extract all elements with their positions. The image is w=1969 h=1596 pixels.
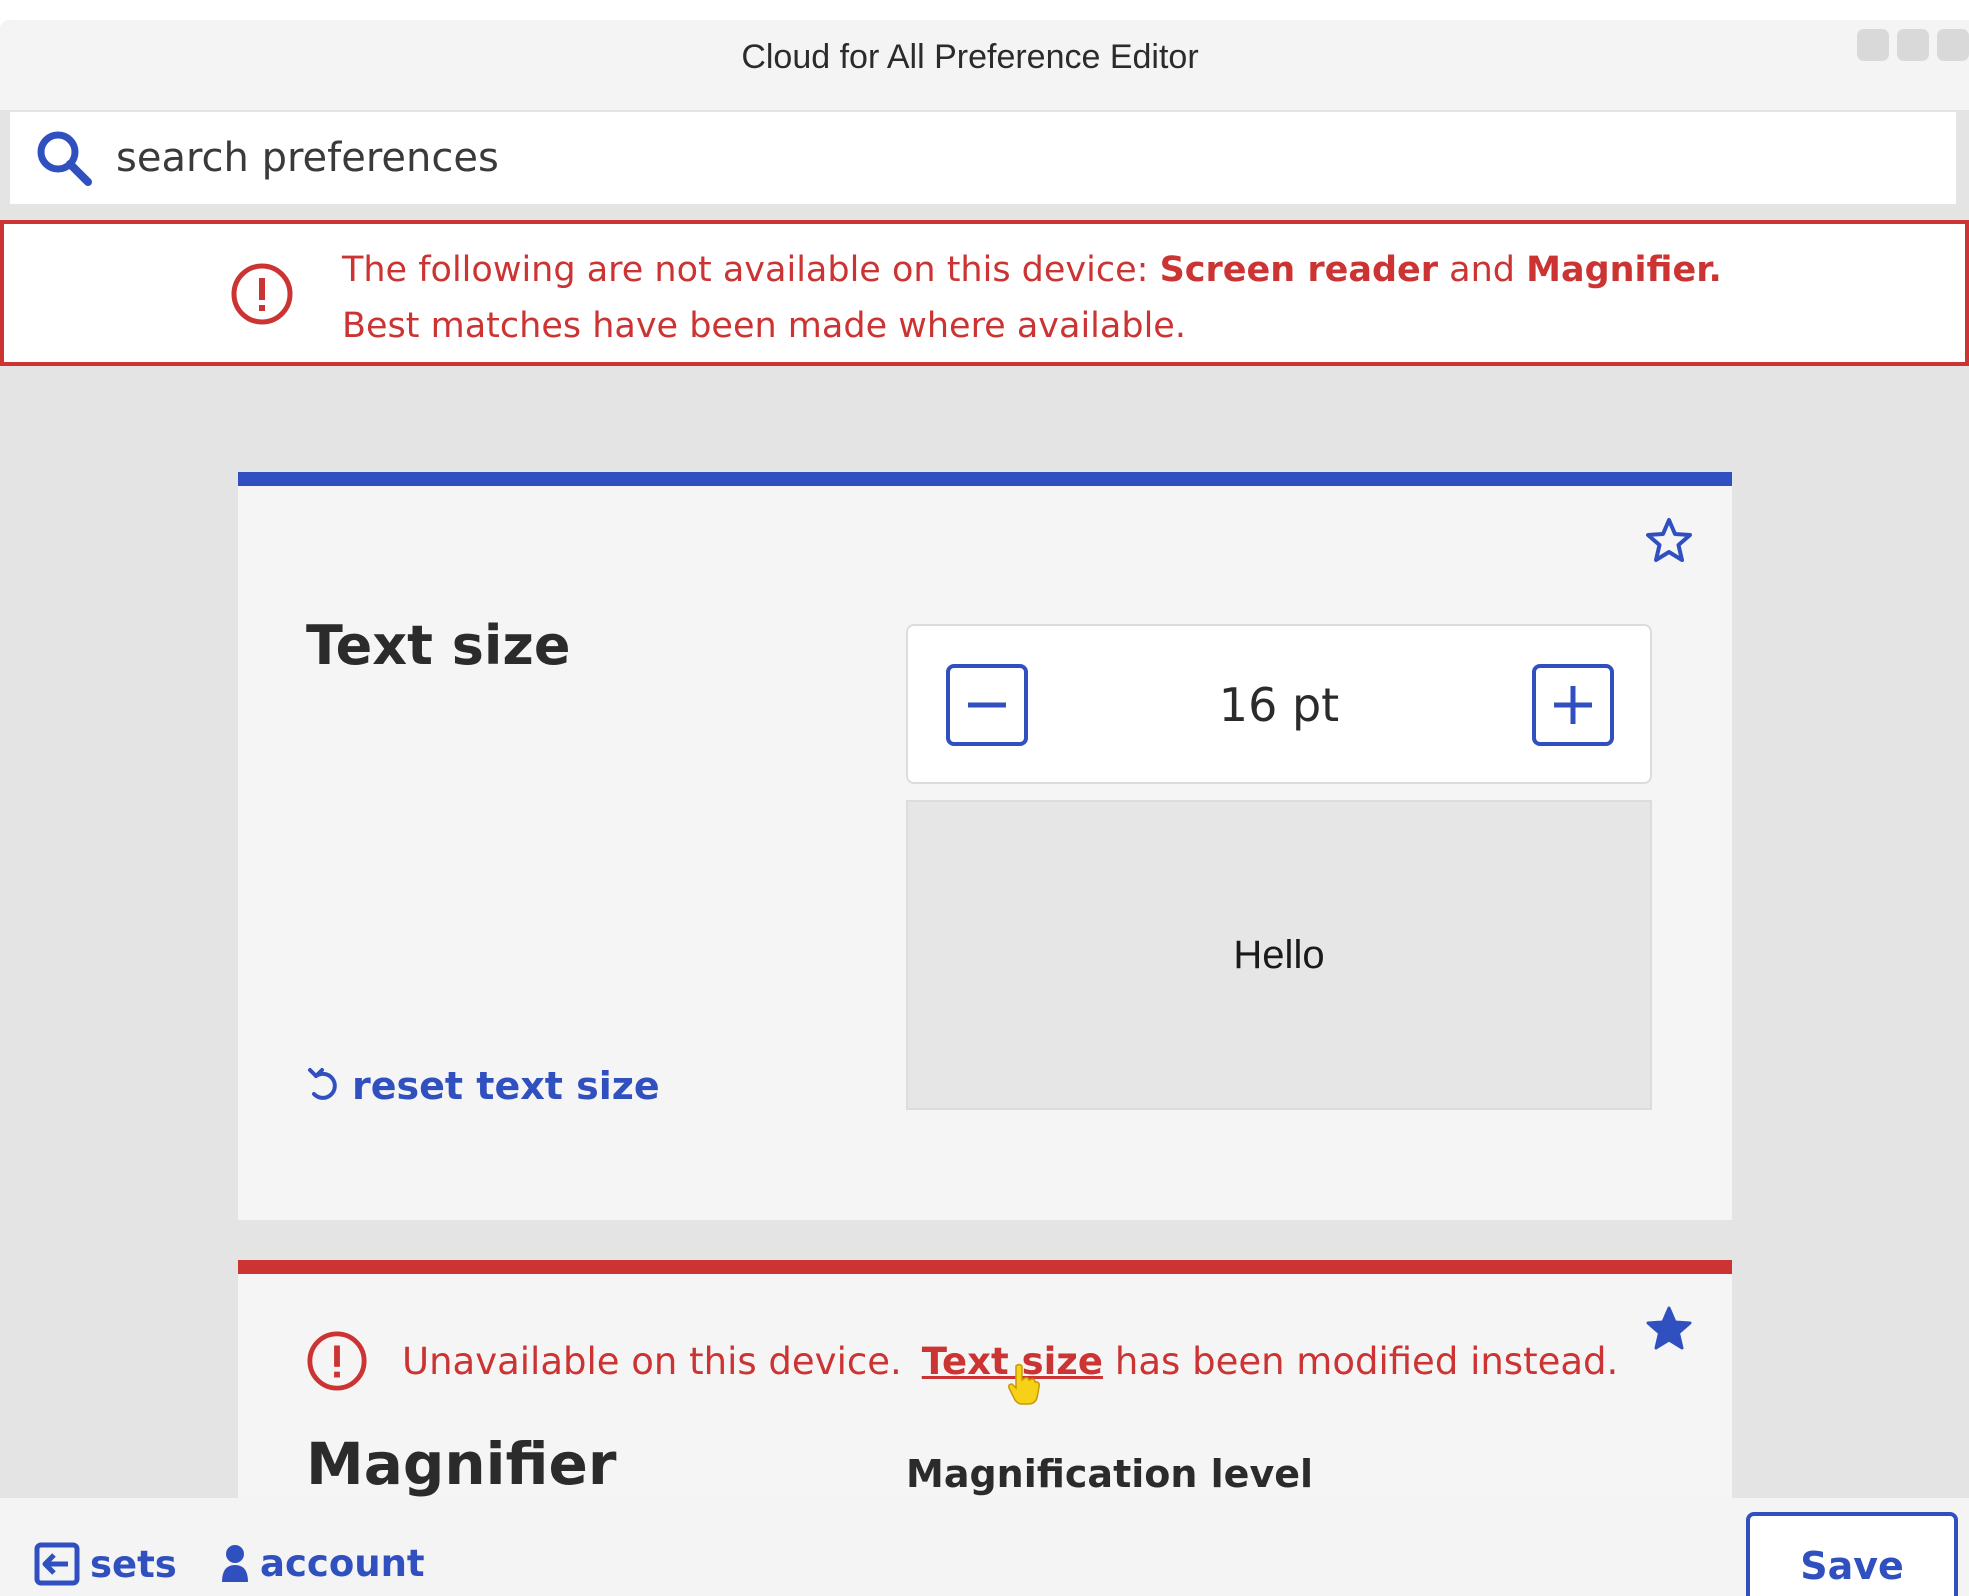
reset-text-size-link[interactable]: reset text size: [306, 1064, 660, 1108]
account-label: account: [260, 1542, 425, 1585]
sets-label: sets: [90, 1542, 177, 1586]
search-input[interactable]: [116, 135, 1816, 181]
window-title: Cloud for All Preference Editor: [741, 38, 1199, 76]
sets-link[interactable]: sets: [34, 1542, 177, 1586]
app-window: Cloud for All Preference Editor The foll…: [0, 20, 1969, 1596]
user-icon: [222, 1544, 248, 1582]
text-size-stepper: 16 pt: [906, 624, 1652, 784]
banner-item-magnifier: Magnifier.: [1526, 250, 1722, 290]
text-size-card: Text size 16 pt Hello reset text size: [238, 472, 1732, 1220]
star-filled-icon[interactable]: [1644, 1304, 1694, 1354]
back-arrow-icon: [34, 1542, 80, 1586]
banner-joiner: and: [1438, 250, 1527, 290]
close-button[interactable]: [1937, 29, 1969, 61]
search-icon[interactable]: [30, 124, 98, 192]
footer-bar: sets account Save: [0, 1498, 1969, 1596]
search-bar: [10, 112, 1956, 204]
warning-suffix: has been modified instead.: [1114, 1339, 1619, 1383]
minimize-button[interactable]: [1857, 29, 1889, 61]
banner-item-screen-reader: Screen reader: [1159, 250, 1439, 290]
reset-label: reset text size: [352, 1064, 660, 1108]
star-outline-icon[interactable]: [1644, 516, 1694, 566]
unavailable-banner: The following are not available on this …: [0, 220, 1969, 366]
account-link[interactable]: account: [220, 1542, 425, 1585]
card-title: Magnifier: [306, 1430, 617, 1498]
pointer-hand-icon: [1007, 1363, 1040, 1405]
magnification-level-label: Magnification level: [906, 1452, 1314, 1496]
magnifier-warning: Unavailable on this device. Text size ha…: [306, 1330, 1619, 1405]
maximize-button[interactable]: [1897, 29, 1929, 61]
text-size-link[interactable]: Text size: [922, 1340, 1103, 1405]
window-controls: [1857, 29, 1969, 61]
alert-icon: [306, 1330, 368, 1392]
save-button[interactable]: Save: [1746, 1512, 1958, 1596]
card-title: Text size: [306, 614, 571, 677]
text-size-preview: Hello: [906, 800, 1652, 1110]
banner-line-1: The following are not available on this …: [342, 242, 1722, 298]
title-bar: Cloud for All Preference Editor: [0, 20, 1969, 110]
alert-icon: [230, 262, 294, 326]
increase-button[interactable]: [1532, 664, 1614, 746]
warning-prefix: Unavailable on this device.: [402, 1339, 902, 1383]
undo-icon: [308, 1068, 337, 1100]
banner-line-2: Best matches have been made where availa…: [342, 306, 1186, 346]
plus-icon: [1554, 686, 1592, 724]
preview-text: Hello: [1233, 932, 1325, 977]
banner-prefix: The following are not available on this …: [342, 250, 1160, 290]
banner-message: The following are not available on this …: [342, 242, 1722, 354]
